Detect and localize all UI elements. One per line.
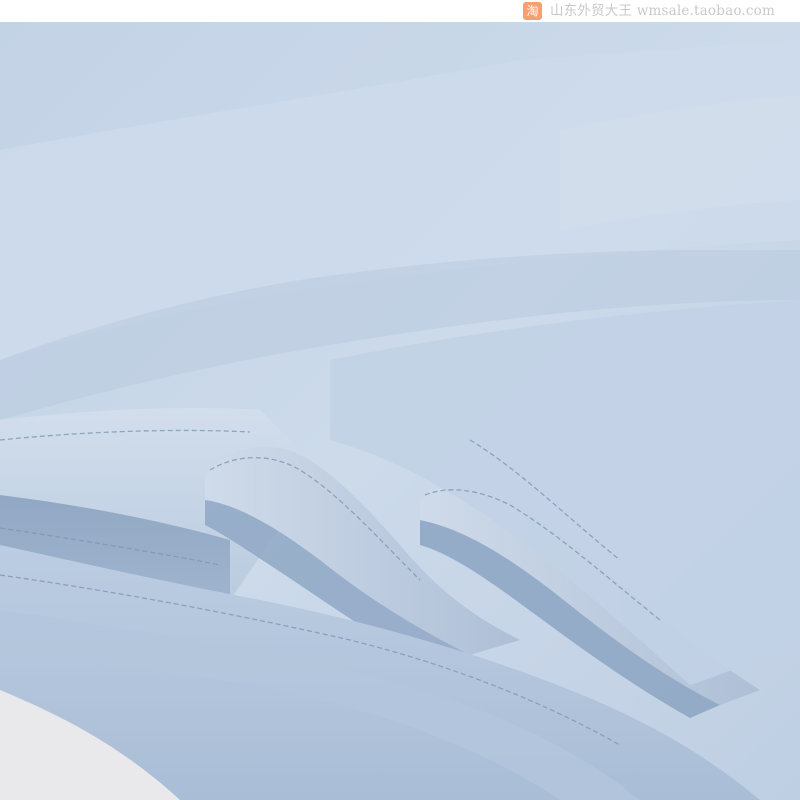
fabric-photo: [0, 22, 800, 800]
taobao-badge-icon: 淘: [523, 2, 542, 20]
fabric-illustration: [0, 22, 800, 800]
watermark-text: 山东外贸大王 wmsale.taobao.com: [550, 3, 775, 19]
watermark-bar: 淘 山东外贸大王 wmsale.taobao.com: [0, 0, 800, 22]
product-photo-frame: 淘 山东外贸大王 wmsale.taobao.com: [0, 0, 800, 800]
